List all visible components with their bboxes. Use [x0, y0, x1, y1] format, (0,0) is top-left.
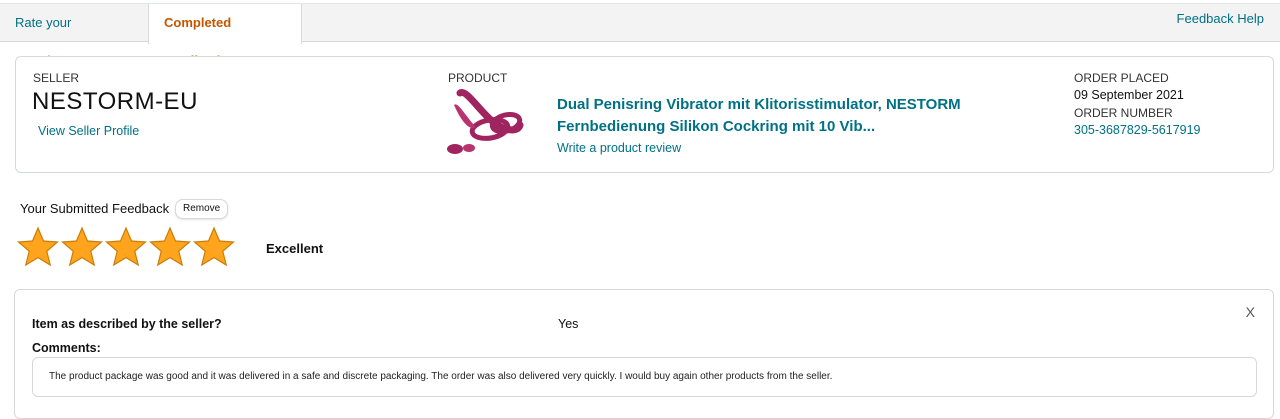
comment-text: The product package was good and it was …: [32, 357, 1257, 397]
submitted-feedback-label: Your Submitted Feedback: [20, 201, 170, 216]
order-placed-date: 09 September 2021: [1074, 88, 1184, 102]
item-described-answer: Yes: [558, 317, 579, 331]
star-icon[interactable]: [149, 226, 191, 268]
order-summary-card: SELLER NESTORM-EU View Seller Profile PR…: [15, 56, 1274, 173]
rating-text: Excellent: [266, 241, 324, 256]
star-icon[interactable]: [193, 226, 235, 268]
star-icon[interactable]: [61, 226, 103, 268]
product-thumbnail[interactable]: [446, 87, 526, 159]
view-seller-profile-link[interactable]: View Seller Profile: [38, 124, 139, 138]
comments-label: Comments:: [32, 341, 101, 355]
feedback-help-link[interactable]: Feedback Help: [1177, 4, 1264, 34]
seller-label: SELLER: [33, 71, 80, 85]
order-number-link[interactable]: 305-3687829-5617919: [1074, 123, 1201, 137]
product-label: PRODUCT: [448, 71, 508, 85]
star-icon[interactable]: [105, 226, 147, 268]
item-described-question: Item as described by the seller?: [32, 317, 222, 331]
product-title-link[interactable]: Dual Penisring Vibrator mit Klitorisstim…: [557, 94, 1017, 138]
write-product-review-link[interactable]: Write a product review: [557, 141, 681, 155]
order-number-label: ORDER NUMBER: [1074, 106, 1173, 120]
tab-rate-experience[interactable]: Rate your experience: [0, 4, 148, 68]
order-placed-label: ORDER PLACED: [1074, 71, 1169, 85]
star-icon[interactable]: [17, 226, 59, 268]
remove-button[interactable]: Remove: [175, 199, 229, 219]
feedback-detail-card: Item as described by the seller? Yes X C…: [14, 289, 1274, 419]
tab-bar: Rate your experience Completed Feedback …: [0, 3, 1280, 68]
seller-name: NESTORM-EU: [32, 88, 198, 115]
tab-completed-feedback[interactable]: Completed Feedback: [148, 4, 302, 68]
close-icon[interactable]: X: [1246, 304, 1255, 320]
